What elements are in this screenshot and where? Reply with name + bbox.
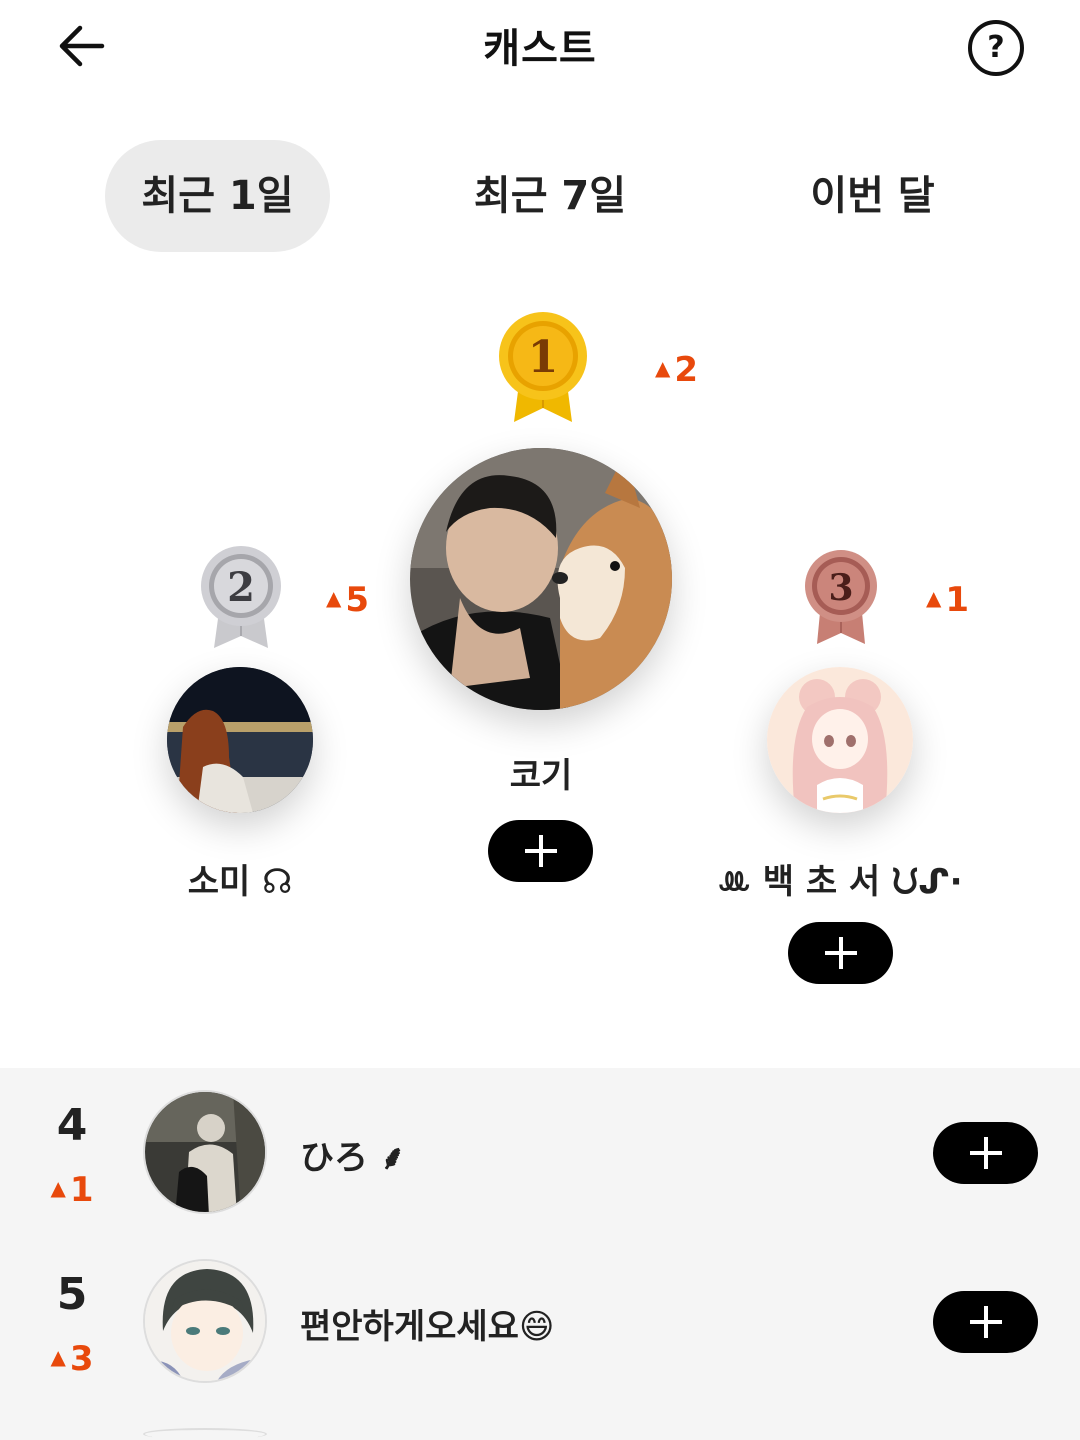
avatar[interactable]	[143, 1090, 267, 1214]
rank-change-up: ▲ 1	[50, 1170, 94, 1210]
up-triangle-icon: ▲	[326, 586, 342, 610]
list-item-name: ひろ ⸙	[300, 1138, 406, 1178]
up-triangle-icon: ▲	[50, 1345, 66, 1369]
user-photo	[767, 667, 913, 813]
bronze-medal-icon: 3	[805, 550, 877, 644]
avatar[interactable]	[143, 1428, 267, 1440]
rank-change-up: ▲ 3	[50, 1339, 94, 1379]
list-item[interactable]	[0, 1428, 1080, 1440]
medal-number: 1	[528, 332, 559, 383]
rank-change-up: ▲ 5	[326, 580, 370, 620]
add-button-first[interactable]	[488, 820, 593, 882]
podium-name-second: 소미 ☊	[187, 862, 293, 902]
list-item-name: 편안하게오세요😄	[300, 1307, 555, 1347]
user-photo	[145, 1261, 265, 1381]
rank-number: 5	[56, 1269, 88, 1320]
up-triangle-icon: ▲	[50, 1176, 66, 1200]
add-button[interactable]	[933, 1122, 1038, 1184]
podium-name-first: 코기	[509, 756, 573, 796]
podium-name-third: ꔛ 백 초 서 ᙀᔑ·	[717, 862, 963, 902]
avatar[interactable]	[410, 448, 672, 710]
silver-medal-icon: 2	[201, 546, 281, 648]
gold-medal-icon: 1	[499, 312, 587, 422]
user-photo	[410, 448, 672, 710]
avatar[interactable]	[767, 667, 913, 813]
rank-change-up: ▲ 1	[926, 580, 970, 620]
tab-this-month[interactable]: 이번 달	[770, 140, 975, 252]
help-button[interactable]: ?	[968, 20, 1024, 76]
add-button[interactable]	[933, 1291, 1038, 1353]
user-photo	[145, 1092, 265, 1212]
avatar[interactable]	[143, 1259, 267, 1383]
period-tabs: 최근 1일 최근 7일 이번 달	[0, 140, 1080, 252]
page-title: 캐스트	[483, 26, 597, 72]
list-item[interactable]: 5 ▲ 3 편안하게오세요😄	[0, 1259, 1080, 1429]
add-button-third[interactable]	[788, 922, 893, 984]
up-triangle-icon: ▲	[926, 586, 942, 610]
app-header: 캐스트 ?	[0, 0, 1080, 100]
medal-number: 2	[227, 564, 255, 611]
up-triangle-icon: ▲	[655, 356, 671, 380]
user-photo	[167, 667, 313, 813]
rank-change-up: ▲ 2	[655, 350, 699, 390]
rank-number: 4	[56, 1100, 88, 1151]
tab-recent-1-day[interactable]: 최근 1일	[105, 140, 330, 252]
ranking-list: 4 ▲ 1 ひろ ⸙ 5 ▲ 3 편안하게오세요😄	[0, 1068, 1080, 1440]
tab-recent-7-days[interactable]: 최근 7일	[440, 140, 660, 252]
avatar[interactable]	[167, 667, 313, 813]
list-item[interactable]: 4 ▲ 1 ひろ ⸙	[0, 1090, 1080, 1260]
medal-number: 3	[828, 567, 853, 609]
